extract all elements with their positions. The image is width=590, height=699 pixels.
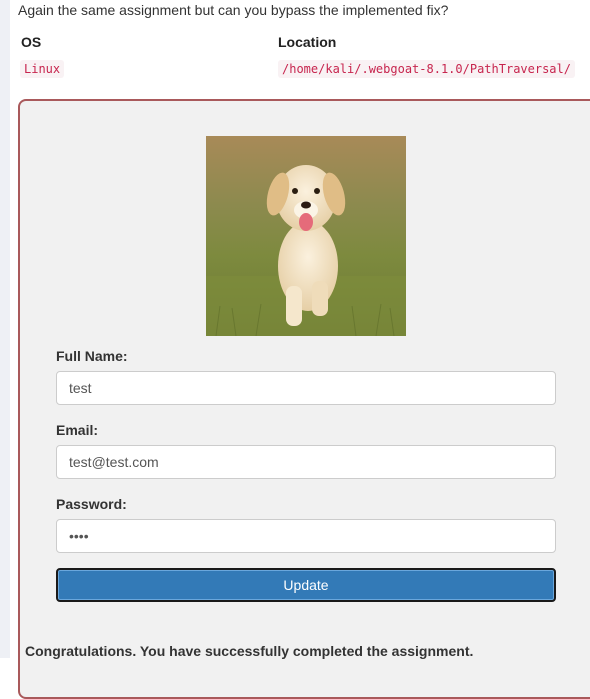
email-input[interactable] (56, 445, 556, 479)
password-label: Password: (56, 496, 127, 512)
os-value: Linux (20, 60, 65, 78)
update-button[interactable]: Update (56, 568, 556, 602)
feedback-message: Congratulations. You have successfully c… (25, 643, 474, 659)
full-name-input[interactable] (56, 371, 556, 405)
location-column-header: Location (278, 34, 337, 50)
location-value: /home/kali/.webgoat-8.1.0/PathTraversal/ (278, 60, 575, 78)
profile-picture (206, 136, 406, 336)
left-sidebar-strip (0, 0, 10, 658)
password-input[interactable] (56, 519, 556, 553)
dog-photo-icon (206, 136, 406, 336)
email-label: Email: (56, 422, 99, 438)
full-name-label: Full Name: (56, 348, 128, 364)
profile-upload-panel: Full Name: Email: Password: Update Congr… (18, 99, 590, 699)
os-column-header: OS (21, 34, 42, 50)
assignment-intro: Again the same assignment but can you by… (18, 2, 449, 18)
